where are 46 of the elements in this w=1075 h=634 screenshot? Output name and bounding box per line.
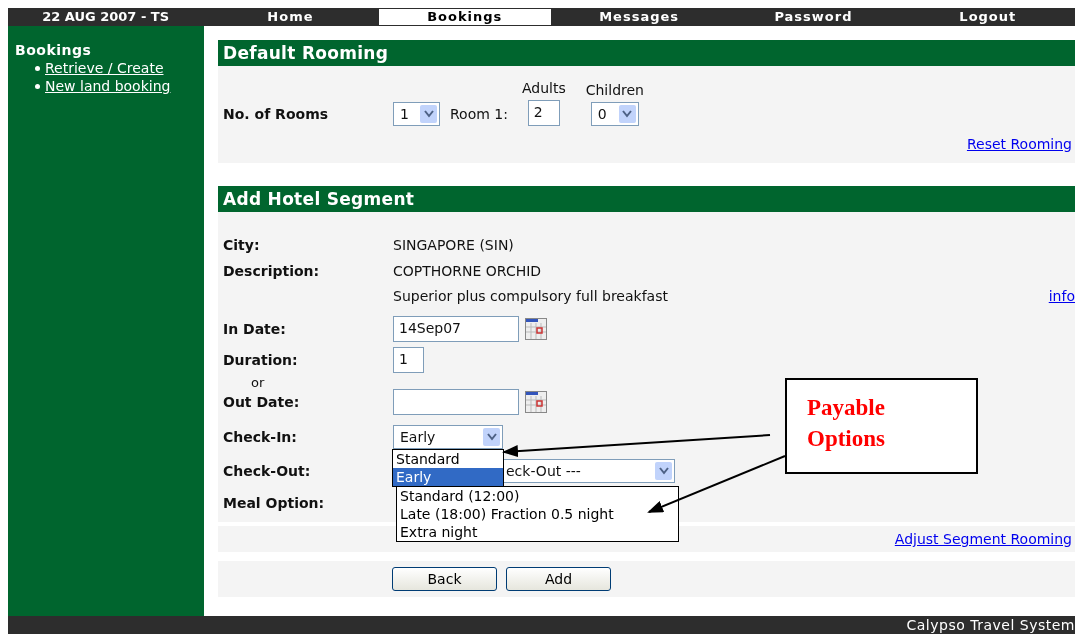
sidebar-link[interactable]: New land booking xyxy=(45,78,171,94)
column-label: Adults xyxy=(521,80,566,96)
field-label: City: xyxy=(223,237,261,253)
sidebar-title: Bookings xyxy=(15,42,92,58)
field-value: SINGAPORE (SIN) xyxy=(393,237,515,253)
adjust-rooming-link[interactable]: Adjust Segment Rooming xyxy=(894,531,1072,547)
column-label: Children xyxy=(585,82,644,98)
or-label: or xyxy=(251,376,265,390)
field-value: Superior plus compulsory full breakfast xyxy=(393,288,669,304)
in-date-input[interactable]: 14Sep07 xyxy=(393,316,519,342)
form-button[interactable]: Back xyxy=(392,567,497,591)
dropdown-option[interactable]: Early xyxy=(393,468,503,486)
callout-text: Payable Options xyxy=(807,394,886,453)
field-label: Meal Option: xyxy=(223,495,326,511)
form-button[interactable]: Add xyxy=(506,567,611,591)
section-header: Add Hotel Segment xyxy=(218,186,1075,212)
rooms-select[interactable]: 1 xyxy=(393,102,440,126)
field-label: Duration: xyxy=(223,352,299,368)
nav-tab[interactable]: Bookings xyxy=(377,8,552,26)
date-label: 22 AUG 2007 - TS xyxy=(41,8,171,26)
sidebar-link[interactable]: Retrieve / Create xyxy=(45,60,164,76)
children-select[interactable]: 0 xyxy=(590,102,639,126)
calendar-icon[interactable] xyxy=(525,318,547,340)
nav-tab[interactable]: Logout xyxy=(900,8,1075,26)
footer-text: Calypso Travel System xyxy=(906,617,1075,633)
field-label: No. of Rooms xyxy=(223,106,330,124)
field-value: COPTHORNE ORCHID xyxy=(393,262,543,279)
duration-input[interactable]: 1 xyxy=(393,347,424,373)
field-label: Check-In: xyxy=(223,429,298,445)
reset-rooming-link[interactable]: Reset Rooming xyxy=(966,136,1072,152)
nav-tab[interactable]: Password xyxy=(726,8,901,26)
field-label: Description: xyxy=(223,262,321,279)
bullet-icon xyxy=(35,83,40,89)
room-label: Room 1: xyxy=(450,106,508,124)
check-in-select[interactable]: Early xyxy=(393,425,503,449)
calendar-icon[interactable] xyxy=(525,391,547,413)
bullet-icon xyxy=(35,65,40,71)
info-link[interactable]: info xyxy=(1048,288,1075,304)
nav-tab[interactable]: Messages xyxy=(551,8,727,26)
field-label: In Date: xyxy=(223,321,287,337)
adults-input[interactable]: 2 xyxy=(527,100,560,126)
field-label: Check-Out: xyxy=(223,463,312,479)
section-header: Default Rooming xyxy=(218,40,1075,66)
nav-tab[interactable]: Home xyxy=(203,8,378,26)
out-date-input[interactable] xyxy=(393,389,519,415)
field-label: Out Date: xyxy=(223,394,301,410)
